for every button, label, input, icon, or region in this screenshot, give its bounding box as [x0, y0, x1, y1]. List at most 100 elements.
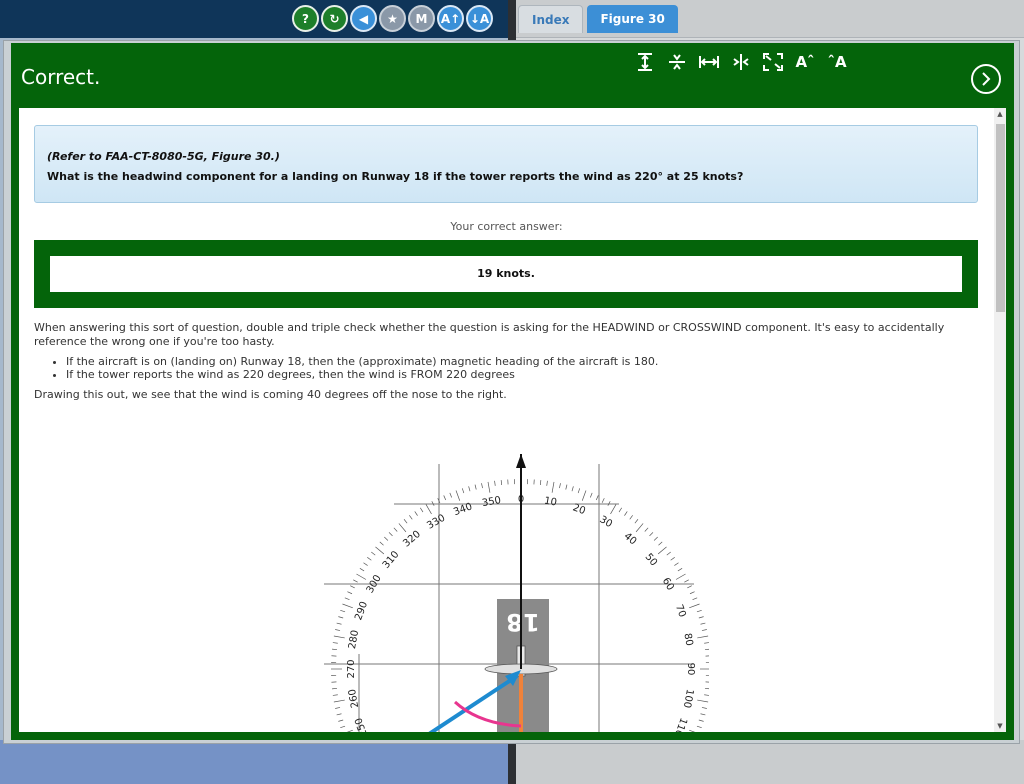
- north-arrowhead: [516, 454, 526, 468]
- scroll-up-icon[interactable]: ▲: [994, 108, 1006, 120]
- compass-label: 350: [481, 495, 502, 509]
- question-box: (Refer to FAA-CT-8080-5G, Figure 30.) Wh…: [34, 125, 978, 203]
- compass-tick: [684, 579, 689, 583]
- compass-tick: [468, 486, 471, 492]
- result-modal: Correct. Aˆ ˆA (Refer to FAA-CT-8080-5G,…: [3, 40, 1020, 744]
- compass-tick: [701, 707, 707, 709]
- compass-tick: [431, 501, 435, 506]
- answer-box: 19 knots.: [34, 240, 978, 308]
- left-footer-bar: [0, 740, 510, 784]
- tab-index[interactable]: Index: [518, 5, 584, 33]
- scroll-down-icon[interactable]: ▼: [994, 720, 1006, 732]
- next-button[interactable]: [971, 64, 1001, 94]
- compass-tick: [340, 725, 346, 729]
- split-height-icon: [669, 54, 685, 70]
- compass-tick: [487, 481, 491, 493]
- compass-tick: [332, 648, 338, 651]
- compass-tick: [481, 483, 483, 489]
- compass-tick: [338, 616, 344, 619]
- fullscreen-button[interactable]: [759, 50, 787, 74]
- compass-label: 110: [672, 716, 689, 732]
- compass-tick: [449, 492, 453, 498]
- compass-tick: [689, 591, 695, 595]
- refresh-button[interactable]: ↻: [321, 5, 348, 32]
- modal-toolbar: Aˆ ˆA: [631, 50, 851, 74]
- compass-tick: [546, 480, 548, 486]
- font-down-icon: ↓A: [469, 11, 490, 26]
- compass-tick: [539, 480, 542, 486]
- fit-width-button[interactable]: [695, 50, 723, 74]
- fit-height-button[interactable]: [631, 50, 659, 74]
- compass-tick: [500, 480, 503, 486]
- compass-tick: [384, 536, 389, 541]
- mark-button[interactable]: M: [408, 5, 435, 32]
- compass-tick: [461, 488, 465, 494]
- compass-tick: [332, 642, 338, 644]
- compass-tick: [601, 498, 605, 503]
- list-item: If the tower reports the wind as 220 deg…: [66, 368, 658, 381]
- compass-label: 40: [622, 531, 639, 548]
- compass-tick: [666, 551, 671, 556]
- audio-button[interactable]: ◀: [350, 5, 377, 32]
- compass-tick: [388, 532, 393, 537]
- figure-tabs: Index Figure 30: [518, 5, 678, 33]
- fit-height-icon: [638, 53, 652, 71]
- compass-tick: [342, 603, 353, 609]
- speaker-icon: ◀: [358, 11, 369, 26]
- modal-font-down-button[interactable]: ˆA: [823, 50, 851, 74]
- font-down-icon: ˆA: [827, 53, 847, 71]
- wind-compass-diagram: 2502602702802903003103203303403500102030…: [324, 454, 709, 732]
- compass-tick: [367, 557, 372, 561]
- star-icon: ★: [387, 11, 398, 26]
- split-height-button[interactable]: [663, 50, 691, 74]
- compass-tick: [332, 687, 338, 690]
- font-up-icon: A↑: [440, 11, 461, 26]
- compass-label: 280: [347, 629, 361, 650]
- compass-label: 270: [346, 659, 357, 678]
- compass-tick: [340, 609, 346, 613]
- compass-tick: [635, 523, 644, 533]
- compass-tick: [692, 597, 698, 601]
- compass-tick: [595, 495, 599, 501]
- split-width-icon: [733, 54, 749, 70]
- scrollbar[interactable]: ▲ ▼: [994, 108, 1006, 732]
- split-width-button[interactable]: [727, 50, 755, 74]
- font-up-icon: Aˆ: [795, 53, 815, 71]
- list-item: If the aircraft is on (landing on) Runwa…: [66, 355, 658, 368]
- explanation-content: (Refer to FAA-CT-8080-5G, Figure 30.) Wh…: [19, 108, 1006, 732]
- compass-tick: [696, 609, 702, 613]
- compass-tick: [363, 562, 368, 566]
- compass-tick: [581, 490, 587, 501]
- explanation-paragraph: When answering this sort of question, do…: [34, 321, 945, 348]
- compass-tick: [336, 713, 342, 716]
- compass-label: 100: [681, 688, 695, 709]
- compass-tick: [677, 568, 683, 572]
- modal-panel: Correct. Aˆ ˆA (Refer to FAA-CT-8080-5G,…: [11, 43, 1014, 740]
- compass-tick: [414, 511, 418, 516]
- compass-tick: [698, 616, 704, 619]
- compass-label: 320: [401, 529, 423, 550]
- tab-figure-30[interactable]: Figure 30: [587, 5, 678, 33]
- bookmark-button[interactable]: ★: [379, 5, 406, 32]
- compass-tick: [700, 713, 706, 716]
- compass-label: 330: [425, 513, 447, 532]
- compass-tick: [674, 562, 679, 566]
- font-decrease-button[interactable]: ↓A: [466, 5, 493, 32]
- compass-tick: [420, 507, 424, 513]
- font-increase-button[interactable]: A↑: [437, 5, 464, 32]
- compass-tick: [697, 635, 709, 639]
- help-button[interactable]: ?: [292, 5, 319, 32]
- compass-tick: [610, 504, 617, 515]
- modal-title: Correct.: [21, 65, 101, 89]
- compass-label: 20: [571, 502, 587, 517]
- compass-tick: [398, 523, 407, 533]
- compass-tick: [346, 729, 353, 732]
- compass-tick: [335, 707, 341, 709]
- compass-tick: [494, 480, 496, 486]
- modal-font-up-button[interactable]: Aˆ: [791, 50, 819, 74]
- compass-tick: [559, 483, 561, 489]
- compass-label: 60: [660, 576, 676, 593]
- compass-tick: [338, 719, 344, 722]
- compass-tick: [333, 699, 345, 703]
- scrollbar-thumb[interactable]: [996, 124, 1005, 312]
